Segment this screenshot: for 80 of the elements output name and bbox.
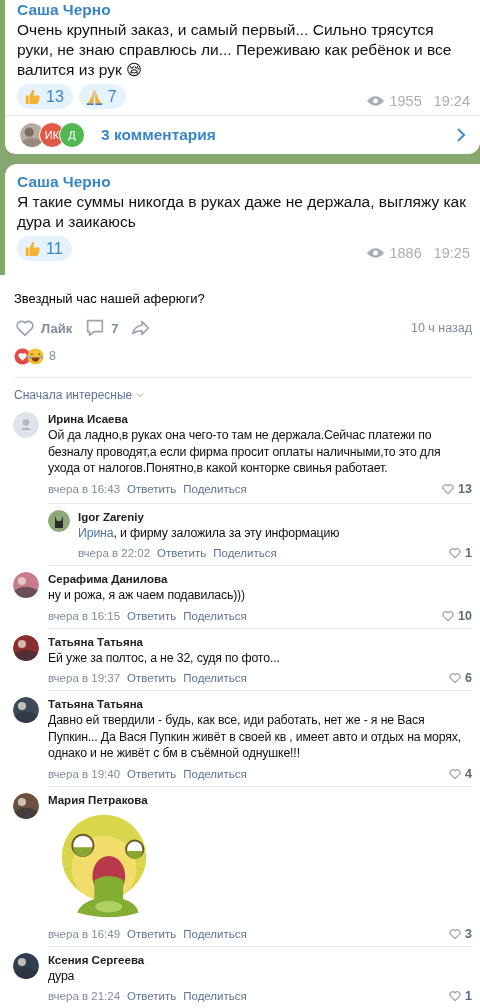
comment-time: вчера в 19:40 — [48, 767, 121, 780]
comment-text: ну и рожа, я аж чаем подавилась))) — [48, 587, 246, 604]
reply-link[interactable]: Ответить — [127, 482, 177, 495]
sort-dropdown[interactable]: Сначала интересные — [14, 388, 145, 402]
avatar-initials: Д — [59, 122, 85, 148]
chevron-right-icon — [456, 127, 466, 143]
comment-time: вчера в 19:37 — [48, 672, 121, 684]
like-button[interactable]: 3 — [448, 926, 472, 941]
like-button[interactable]: 13 — [441, 481, 472, 496]
message-text: Я такие суммы никогда в руках даже не держала, выгляжу как дура и заикаюсь — [17, 193, 466, 230]
comment-author[interactable]: Ирина Исаева — [48, 412, 472, 427]
reaction-chip[interactable]: 13 — [17, 84, 73, 109]
heart-icon — [448, 926, 463, 941]
heart-icon — [448, 546, 463, 560]
like-button[interactable]: 6 — [448, 671, 472, 685]
comments-link[interactable]: ИК Д 3 комментария — [5, 115, 480, 154]
like-button[interactable]: 4 — [448, 766, 472, 781]
comment-author[interactable]: Мария Петракова — [48, 792, 472, 808]
default-avatar-icon — [13, 412, 39, 438]
comment-text: Ей уже за полтос, а не 32, судя по фото... — [48, 649, 281, 666]
share-link[interactable]: Поделиться — [183, 672, 247, 684]
like-button[interactable]: 1 — [448, 989, 472, 1003]
message-time: 19:25 — [433, 245, 470, 261]
heart-reaction-icon — [14, 347, 31, 365]
reply-link[interactable]: Ответить — [127, 767, 177, 780]
message-author: Саша Черно — [17, 0, 112, 20]
comment-text: Ирина, и фирму заложила за эту информацию — [78, 524, 341, 541]
comment-text: Давно ей твердили - будь, как все, иди работать, нет же - я не Вася Пупкин... Да Вася Пупкин живёт в своей кв , имеет авто и отдых на морях, однако и не живёт с бм в съёмной однушке!!! — [48, 712, 463, 762]
thumbs-up-icon — [23, 87, 42, 106]
comment-time: вчера в 16:49 — [48, 927, 121, 940]
heart-icon — [448, 671, 463, 685]
message-text: Очень крупный заказ, и самый первый... Сильно трясутся руки, не знаю справлюсь ли... Переживаю как ребёнок и все валится из рук 😪 — [17, 21, 452, 78]
comment-author[interactable]: Серафима Данилова — [48, 572, 472, 587]
heart-icon — [448, 766, 463, 781]
reaction-count: 8 — [49, 349, 56, 363]
comment-author[interactable]: Татьяна Татьяна — [48, 634, 472, 650]
share-link[interactable]: Поделиться — [183, 609, 247, 622]
share-link[interactable]: Поделиться — [183, 927, 247, 940]
comment-author[interactable]: Igor Zareniy — [78, 509, 472, 525]
reply-link[interactable]: Ответить — [157, 547, 207, 559]
share-link[interactable]: Поделиться — [183, 482, 247, 495]
post-text: Звездный час нашей аферюги? — [14, 290, 206, 308]
comment-text: дура — [48, 967, 76, 984]
thumbs-up-icon — [23, 239, 42, 258]
comment-time: вчера в 16:43 — [48, 482, 121, 495]
comment-author[interactable]: Ксения Сергеева — [48, 952, 472, 968]
reaction-chip[interactable]: 11 — [17, 236, 72, 261]
message-author: Саша Черно — [17, 172, 112, 192]
heart-icon — [448, 989, 463, 1003]
comment-text: Ой да ладно,в руках она чего-то там не держала.Сейчас платежи по безналу проводят,а если фирма просит оплаты наличными,то это для ухода от налогов.Понятно,в какой конторке свинья работает. — [48, 427, 442, 477]
heart-icon — [441, 481, 456, 496]
like-button[interactable]: 10 — [441, 608, 472, 623]
heart-icon — [14, 317, 36, 339]
comment-time: вчера в 16:15 — [48, 609, 121, 622]
comment-author[interactable]: Татьяна Татьяна — [48, 697, 472, 712]
post-time: 10 ч назад — [410, 321, 472, 335]
view-count: 1955 — [389, 93, 422, 109]
eye-icon — [366, 247, 386, 259]
reaction-count: 7 — [107, 87, 117, 106]
message-time: 19:24 — [433, 93, 470, 109]
view-count: 1886 — [389, 245, 422, 261]
comment-time: вчера в 22:02 — [78, 547, 151, 559]
reaction-count: 11 — [46, 239, 63, 258]
reaction-chip[interactable]: 7 — [78, 84, 126, 109]
reply-link[interactable]: Ответить — [127, 609, 177, 622]
share-link[interactable]: Поделиться — [183, 767, 247, 780]
reaction-count: 13 — [46, 87, 64, 106]
laughing-face-icon — [27, 347, 44, 365]
eye-icon — [366, 95, 386, 107]
share-link[interactable]: Поделиться — [213, 547, 277, 559]
reply-link[interactable]: Ответить — [127, 990, 177, 1002]
comment-time: вчера в 21:24 — [48, 990, 121, 1002]
heart-icon — [441, 608, 456, 623]
comment-button[interactable]: 7 — [84, 317, 119, 339]
share-link[interactable]: Поделиться — [183, 990, 247, 1002]
reply-link[interactable]: Ответить — [127, 672, 177, 684]
chevron-down-icon — [136, 392, 145, 398]
like-button[interactable]: Лайк — [14, 317, 73, 339]
like-button[interactable]: 1 — [448, 546, 472, 560]
reply-link[interactable]: Ответить — [127, 927, 177, 940]
